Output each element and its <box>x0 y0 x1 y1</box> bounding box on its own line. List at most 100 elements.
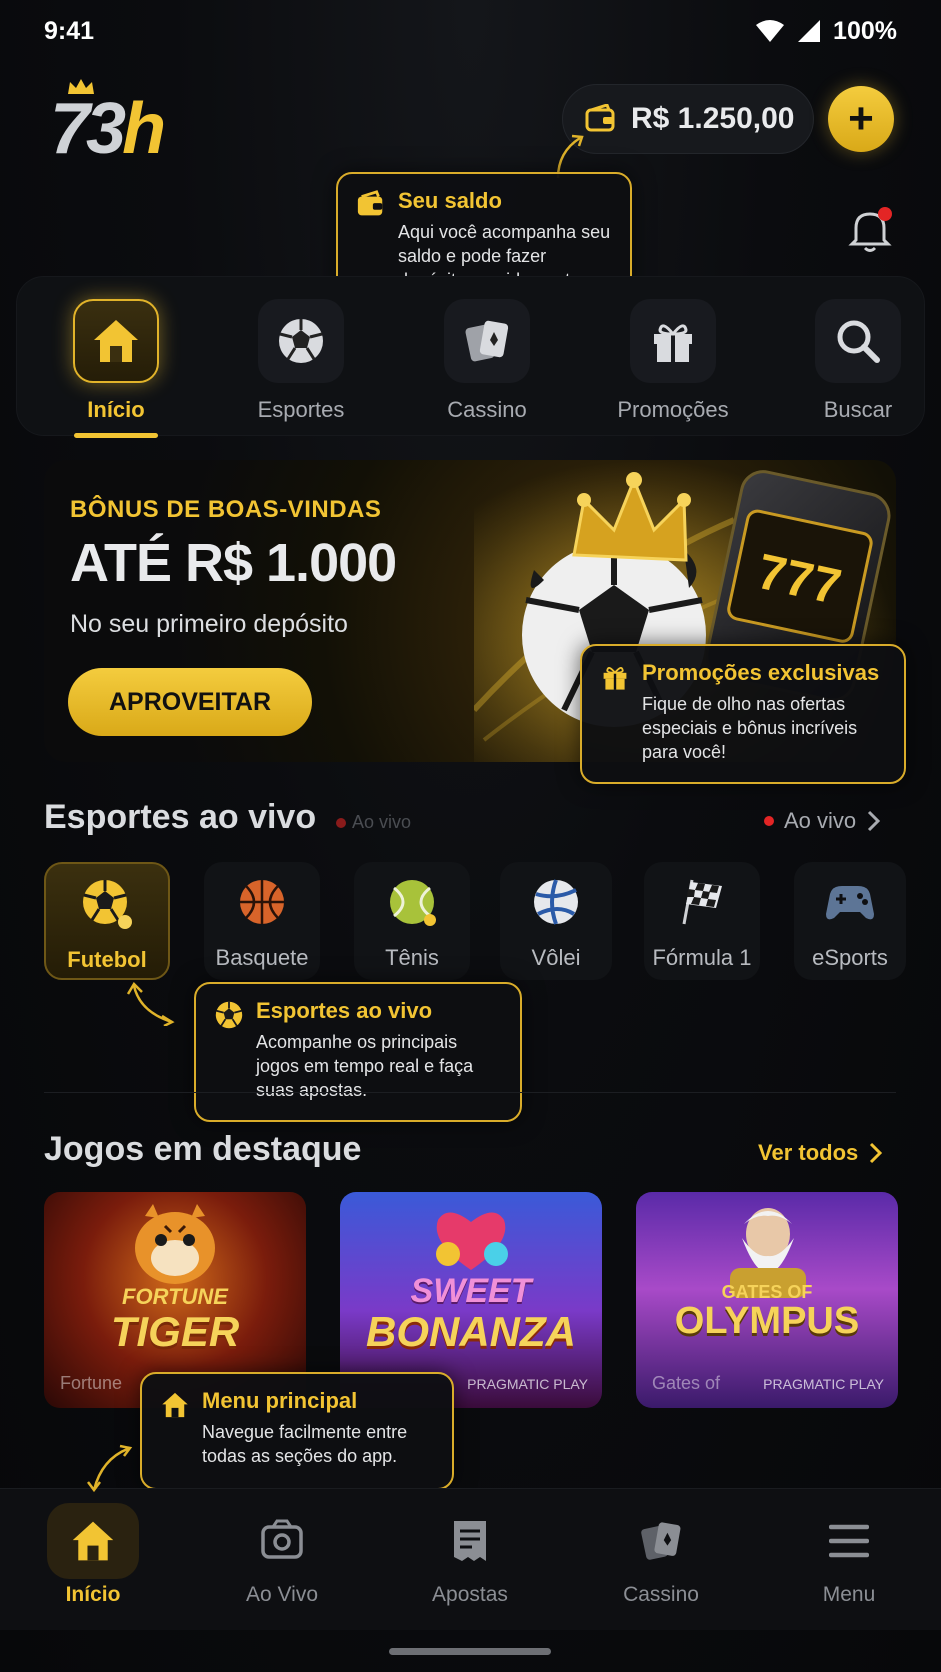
banner-subtitle: No seu primeiro depósito <box>70 610 348 638</box>
logo-digits: 73 <box>50 89 126 169</box>
bottom-nav-label: Menu <box>822 1583 876 1606</box>
banner-title: ATÉ R$ 1.000 <box>70 533 397 593</box>
chevron-right-icon <box>868 810 881 832</box>
sport-label: Futebol <box>67 947 147 972</box>
bottom-nav-label: Cassino <box>623 1583 699 1606</box>
sport-tenis[interactable]: Tênis <box>354 862 470 980</box>
tooltip-title: Menu principal <box>202 1388 358 1413</box>
tooltip-body: Navegue facilmente entre todas as seções… <box>202 1422 408 1466</box>
category-label: Buscar <box>823 397 893 422</box>
gamepad-icon <box>826 886 874 920</box>
live-link[interactable]: Ao vivo <box>764 808 882 834</box>
game-pretitle: SWEET <box>410 1272 532 1310</box>
sport-formula1[interactable]: Fórmula 1 <box>644 862 760 980</box>
tennis-ball-icon <box>390 880 436 926</box>
sport-esports[interactable]: eSports <box>794 862 906 980</box>
tooltip-menu: Menu principal Navegue facilmente entre … <box>140 1372 454 1490</box>
wifi-icon <box>756 20 785 42</box>
logo-h: h <box>122 89 166 169</box>
aproveitar-button[interactable]: APROVEITAR <box>68 668 312 736</box>
sport-label: Fórmula 1 <box>652 945 752 970</box>
ticket-icon <box>454 1521 486 1561</box>
game-title: OLYMPUS <box>674 1300 860 1342</box>
ver-todos-label: Ver todos <box>758 1140 859 1165</box>
game-title: BONANZA <box>366 1308 576 1355</box>
section-divider <box>44 1092 896 1093</box>
tooltip-title: Promoções exclusivas <box>642 660 880 685</box>
banner-kicker: BÔNUS DE BOAS-VINDAS <box>70 496 382 523</box>
notification-bell-icon[interactable] <box>848 206 892 254</box>
active-tab-indicator <box>74 433 158 438</box>
bottom-nav-apostas[interactable]: Apostas <box>405 1503 535 1607</box>
game-footer: Gates of <box>652 1373 721 1393</box>
tooltip-body: Fique de olho nas ofertas especiais e bô… <box>642 694 858 762</box>
gift-icon <box>654 324 692 362</box>
tooltip-title: Seu saldo <box>398 188 502 213</box>
sport-label: Vôlei <box>531 945 581 970</box>
category-esportes[interactable]: Esportes <box>236 299 366 423</box>
category-cassino[interactable]: Cassino <box>422 299 552 423</box>
soccer-ball-icon <box>83 880 132 929</box>
battery-level: 100% <box>833 16 897 45</box>
bottom-nav-cassino[interactable]: Cassino <box>596 1503 726 1607</box>
volleyball-icon <box>534 879 578 925</box>
category-label: Cassino <box>447 397 527 422</box>
menu-icon <box>829 1524 869 1558</box>
section-title-games: Jogos em destaque <box>44 1130 362 1168</box>
cards-icon <box>641 1522 681 1560</box>
balance-pill[interactable]: R$ 1.250,00 <box>562 84 814 154</box>
live-link-label: Ao vivo <box>784 808 857 833</box>
section-ghost-live: Ao vivo <box>336 812 411 833</box>
ver-todos-link[interactable]: Ver todos <box>758 1140 884 1166</box>
checkered-flag-icon <box>682 879 722 925</box>
category-inicio[interactable]: Início <box>51 299 181 423</box>
home-indicator[interactable] <box>389 1648 551 1655</box>
game-card-olympus[interactable]: GATES OF OLYMPUS Gates of PRAGMATIC PLAY <box>636 1192 898 1408</box>
game-footer: Fortune <box>60 1373 123 1393</box>
search-icon <box>837 320 880 363</box>
balance-amount: R$ 1.250,00 <box>631 102 795 135</box>
soccer-ball-icon <box>279 319 323 363</box>
category-buscar[interactable]: Buscar <box>793 299 923 423</box>
sport-basquete[interactable]: Basquete <box>204 862 320 980</box>
gift-icon <box>603 667 627 690</box>
app-screen: 9:41 100% 73h R$ 1.250,00 + Seu saldo Aq… <box>0 0 941 1672</box>
tooltip-arrow <box>87 1444 133 1493</box>
tooltip-live: Esportes ao vivo Acompanhe os principais… <box>194 982 522 1122</box>
category-label: Promoções <box>617 397 729 422</box>
tooltip-arrow <box>126 982 175 1026</box>
sport-label: Tênis <box>385 945 439 970</box>
tiger-mascot-icon <box>135 1204 215 1284</box>
wallet-icon <box>585 104 615 132</box>
sport-label: Basquete <box>215 945 309 970</box>
home-icon <box>72 1521 114 1561</box>
basketball-icon <box>240 880 284 924</box>
sport-label: eSports <box>812 945 888 970</box>
bottom-nav-label: Apostas <box>432 1583 508 1606</box>
game-pretitle: FORTUNE <box>122 1284 228 1309</box>
sport-futebol[interactable]: Futebol <box>44 862 170 980</box>
game-title: TIGER <box>110 1308 240 1355</box>
section-title-live: Esportes ao vivo <box>44 798 317 836</box>
chevron-right-icon <box>870 1142 883 1164</box>
sport-volei[interactable]: Vôlei <box>500 862 612 980</box>
cards-icon <box>465 320 509 362</box>
bottom-nav-label: Início <box>65 1583 121 1606</box>
candy-heart-icon <box>436 1212 508 1270</box>
app-logo[interactable]: 73h <box>50 78 180 169</box>
bottom-nav: Início Ao Vivo Apostas Cassino Menu <box>0 1488 941 1630</box>
status-time: 9:41 <box>44 16 95 45</box>
home-icon <box>94 320 138 362</box>
soccer-ball-icon <box>215 1001 243 1029</box>
tooltip-promos: Promoções exclusivas Fique de olho nas o… <box>580 644 906 784</box>
live-camera-icon <box>261 1519 303 1559</box>
deposit-button[interactable]: + <box>828 86 894 152</box>
bottom-nav-inicio[interactable]: Início <box>28 1503 158 1607</box>
status-bar: 9:41 100% <box>44 14 897 48</box>
category-label: Esportes <box>257 397 345 422</box>
wallet-icon <box>357 190 383 216</box>
category-promocoes[interactable]: Promoções <box>608 299 738 423</box>
bottom-nav-ao-vivo[interactable]: Ao Vivo <box>217 1503 347 1607</box>
bottom-nav-menu[interactable]: Menu <box>784 1503 914 1607</box>
bottom-nav-label: Ao Vivo <box>246 1583 318 1606</box>
